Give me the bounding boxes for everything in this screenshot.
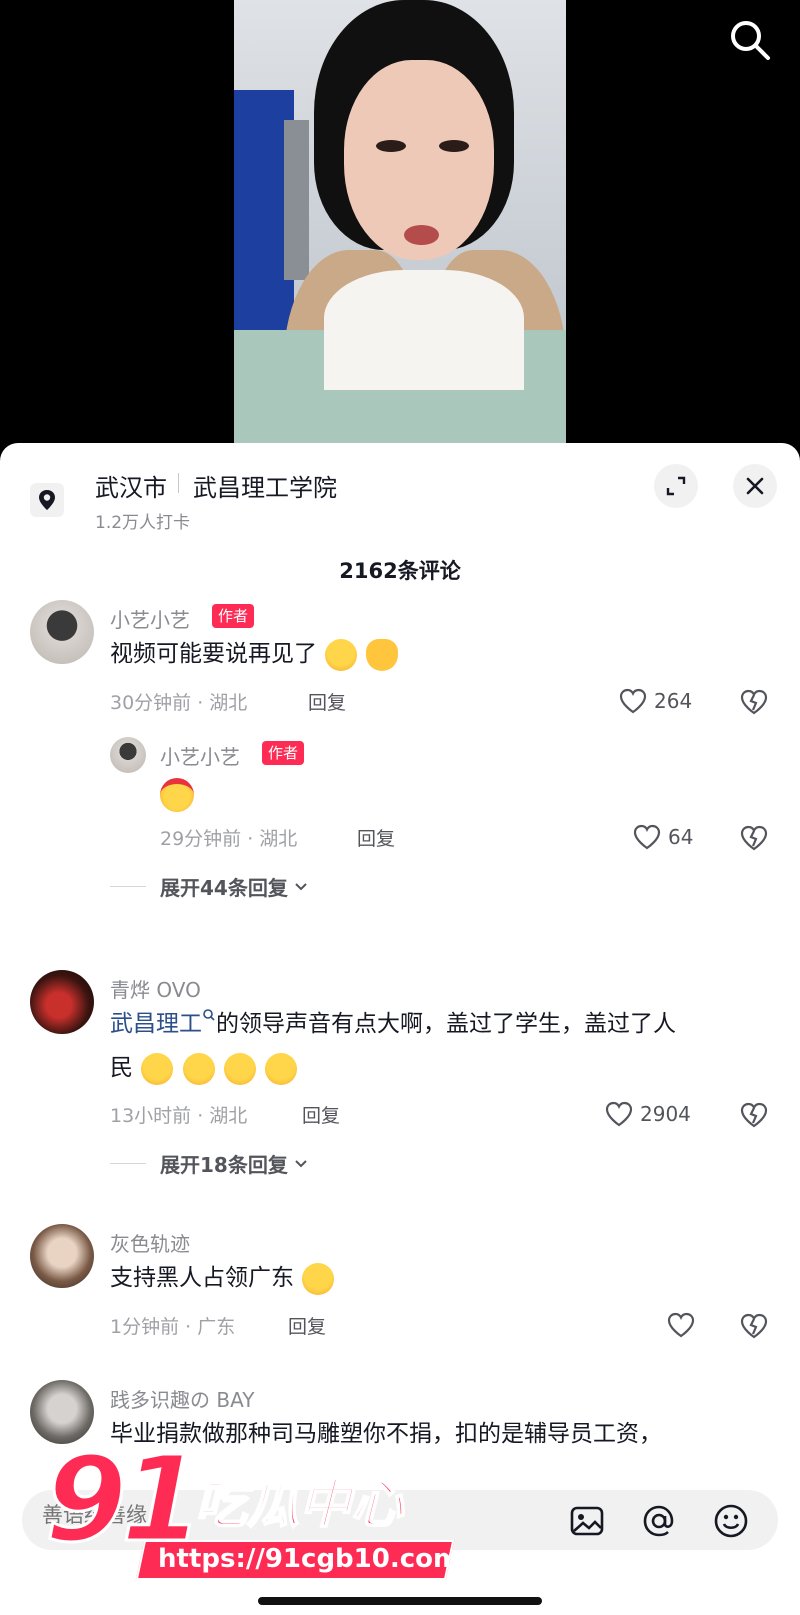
comment-username[interactable]: 践多识趣の BAY <box>110 1384 254 1413</box>
author-badge: 作者 <box>262 741 305 765</box>
angry-emoji-icon <box>160 778 194 812</box>
watermark-number: 91 <box>43 1430 204 1568</box>
sweater-collar <box>324 270 524 390</box>
avatar[interactable] <box>30 1224 94 1288</box>
comment-username[interactable]: 小艺小艺 <box>110 604 190 633</box>
reply-button[interactable]: 回复 <box>288 1312 326 1339</box>
comment-text-line2: 民 <box>110 1046 298 1090</box>
like-count: 2904 <box>640 1102 691 1126</box>
comment-text-content: 民 <box>110 1055 133 1081</box>
expand-replies-label: 展开44条回复 <box>160 876 288 900</box>
close-icon <box>746 477 764 495</box>
expand-replies-label: 展开18条回复 <box>160 1153 288 1177</box>
comment-text-content: 支持黑人占领广东 <box>110 1265 294 1291</box>
watermark-logo: 91 吃瓜中心 https://91cgb10.com <box>40 1430 460 1590</box>
comment-text-content: 视频可能要说再见了 <box>110 641 317 667</box>
dislike-heart-icon[interactable] <box>738 822 770 854</box>
chevron-down-icon <box>295 1159 307 1167</box>
grin-emoji-icon <box>182 1052 215 1085</box>
eye-right <box>439 140 469 152</box>
comment-meta: 13小时前 · 湖北 <box>110 1105 248 1127</box>
search-icon <box>203 1009 215 1021</box>
expand-divider <box>110 1163 146 1164</box>
comment-text: 视频可能要说再见了 <box>110 632 398 676</box>
video-player[interactable] <box>0 0 800 460</box>
watermark-name: 吃瓜中心 <box>194 1474 404 1536</box>
comment-text: 支持黑人占领广东 <box>110 1256 335 1300</box>
reply-button[interactable]: 回复 <box>308 688 346 715</box>
heart-icon <box>605 1101 633 1127</box>
search-icon[interactable] <box>728 18 772 62</box>
mention-link[interactable]: 武昌理工 <box>110 1011 202 1037</box>
wink-tongue-emoji-icon <box>265 1052 298 1085</box>
grin-emoji-icon <box>141 1052 174 1085</box>
video-frame <box>234 0 566 460</box>
dizzy-emoji-icon <box>302 1262 335 1295</box>
like-button[interactable] <box>666 1309 702 1341</box>
comment-meta: 1分钟前 · 广东 <box>110 1316 236 1338</box>
dislike-heart-icon[interactable] <box>738 686 770 718</box>
author-badge: 作者 <box>212 604 255 628</box>
reply-button[interactable]: 回复 <box>302 1101 340 1128</box>
like-button[interactable]: 2904 <box>604 1098 691 1130</box>
comment-username[interactable]: 灰色轨迹 <box>110 1228 190 1257</box>
like-button[interactable]: 64 <box>632 821 693 853</box>
avatar[interactable] <box>30 970 94 1034</box>
eye-left <box>376 140 406 152</box>
expand-divider <box>110 886 146 887</box>
reply-meta: 29分钟前 · 湖北 <box>160 828 298 850</box>
location-school[interactable]: 武昌理工学院 <box>193 468 337 503</box>
like-button[interactable]: 264 <box>618 685 692 717</box>
comment-text: 武昌理工 的领导声音有点大啊，盖过了学生，盖过了人 <box>110 1002 676 1046</box>
reply-button[interactable]: 回复 <box>357 824 395 851</box>
expand-replies-button[interactable]: 展开18条回复 <box>110 1149 310 1178</box>
emoji-icon[interactable] <box>712 1502 750 1540</box>
comment-text-content: 的领导声音有点大啊，盖过了学生，盖过了人 <box>216 1011 676 1037</box>
window <box>284 120 309 280</box>
heart-icon <box>667 1312 695 1338</box>
dislike-heart-icon[interactable] <box>738 1310 770 1342</box>
location-city[interactable]: 武汉市 <box>95 468 167 503</box>
waving-hand-emoji-icon <box>365 638 398 671</box>
crying-emoji-icon <box>325 638 358 671</box>
location-pin-icon <box>30 483 64 517</box>
location-checkins: 1.2万人打卡 <box>95 513 191 533</box>
watermark-url: https://91cgb10.com <box>158 1544 461 1574</box>
mouth <box>404 225 439 245</box>
home-indicator <box>258 1597 542 1605</box>
expand-replies-button[interactable]: 展开44条回复 <box>110 872 310 901</box>
reply-avatar[interactable] <box>110 737 146 773</box>
expand-icon <box>666 476 686 496</box>
comment-count: 2162条评论 <box>339 559 461 583</box>
grin-emoji-icon <box>223 1052 256 1085</box>
heart-icon <box>619 688 647 714</box>
like-count: 264 <box>654 689 693 713</box>
expand-button[interactable] <box>654 464 698 508</box>
heart-icon <box>633 824 661 850</box>
comment-meta: 30分钟前 · 湖北 <box>110 692 248 714</box>
chevron-down-icon <box>295 882 307 890</box>
reply-username[interactable]: 小艺小艺 <box>160 741 240 770</box>
dislike-heart-icon[interactable] <box>738 1099 770 1131</box>
avatar[interactable] <box>30 600 94 664</box>
location-divider <box>178 473 179 493</box>
at-icon[interactable] <box>640 1502 678 1540</box>
location-row[interactable]: 武汉市 武昌理工学院 1.2万人打卡 <box>0 443 800 543</box>
image-icon[interactable] <box>568 1502 606 1540</box>
comment-username[interactable]: 青烨 OVO <box>110 974 201 1003</box>
close-button[interactable] <box>733 464 777 508</box>
like-count: 64 <box>668 825 694 849</box>
